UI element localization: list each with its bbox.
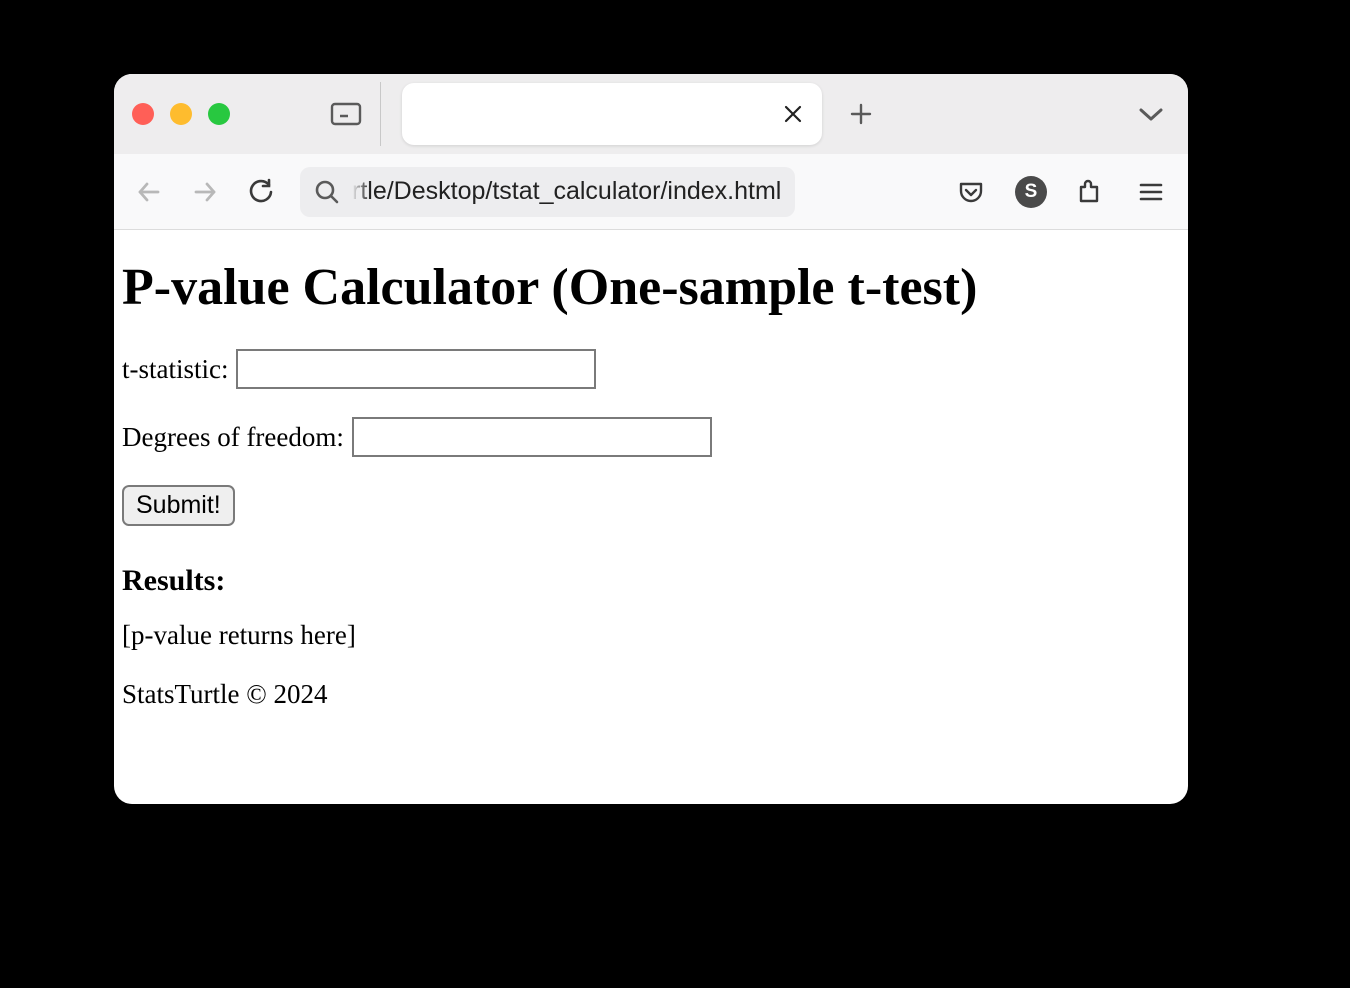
results-placeholder-text: [p-value returns here] [122, 620, 1180, 651]
tstat-row: t-statistic: [122, 349, 1180, 389]
account-icon[interactable]: S [1012, 173, 1050, 211]
search-icon [314, 179, 340, 205]
tab-divider [380, 82, 381, 146]
results-heading: Results: [122, 564, 1180, 598]
footer-text: StatsTurtle © 2024 [122, 679, 1180, 710]
df-label: Degrees of freedom: [122, 422, 344, 453]
window-titlebar [114, 74, 1188, 154]
sidebar-toggle-icon[interactable] [330, 100, 362, 128]
nav-reload-button[interactable] [244, 175, 278, 209]
browser-window: rtle/Desktop/tstat_calculator/index.html… [114, 74, 1188, 804]
browser-tab[interactable] [402, 83, 822, 145]
submit-button[interactable]: Submit! [122, 485, 235, 526]
df-row: Degrees of freedom: [122, 417, 1180, 457]
window-minimize-button[interactable] [170, 103, 192, 125]
page-heading: P-value Calculator (One-sample t-test) [122, 258, 1180, 317]
tab-strip [402, 74, 880, 154]
tabs-dropdown-icon[interactable] [1136, 104, 1166, 124]
account-badge: S [1015, 176, 1047, 208]
nav-forward-button[interactable] [188, 175, 222, 209]
pocket-icon[interactable] [952, 173, 990, 211]
nav-back-button[interactable] [132, 175, 166, 209]
hamburger-menu-icon[interactable] [1132, 173, 1170, 211]
browser-toolbar: rtle/Desktop/tstat_calculator/index.html… [114, 154, 1188, 230]
tab-close-icon[interactable] [782, 103, 804, 125]
address-bar[interactable]: rtle/Desktop/tstat_calculator/index.html [300, 167, 795, 217]
address-bar-text: rtle/Desktop/tstat_calculator/index.html [352, 177, 781, 206]
page-content: P-value Calculator (One-sample t-test) t… [114, 230, 1188, 748]
window-close-button[interactable] [132, 103, 154, 125]
window-controls [132, 103, 230, 125]
extensions-icon[interactable] [1072, 173, 1110, 211]
tstat-input[interactable] [236, 349, 596, 389]
window-maximize-button[interactable] [208, 103, 230, 125]
new-tab-button[interactable] [842, 95, 880, 133]
df-input[interactable] [352, 417, 712, 457]
tstat-label: t-statistic: [122, 354, 228, 385]
